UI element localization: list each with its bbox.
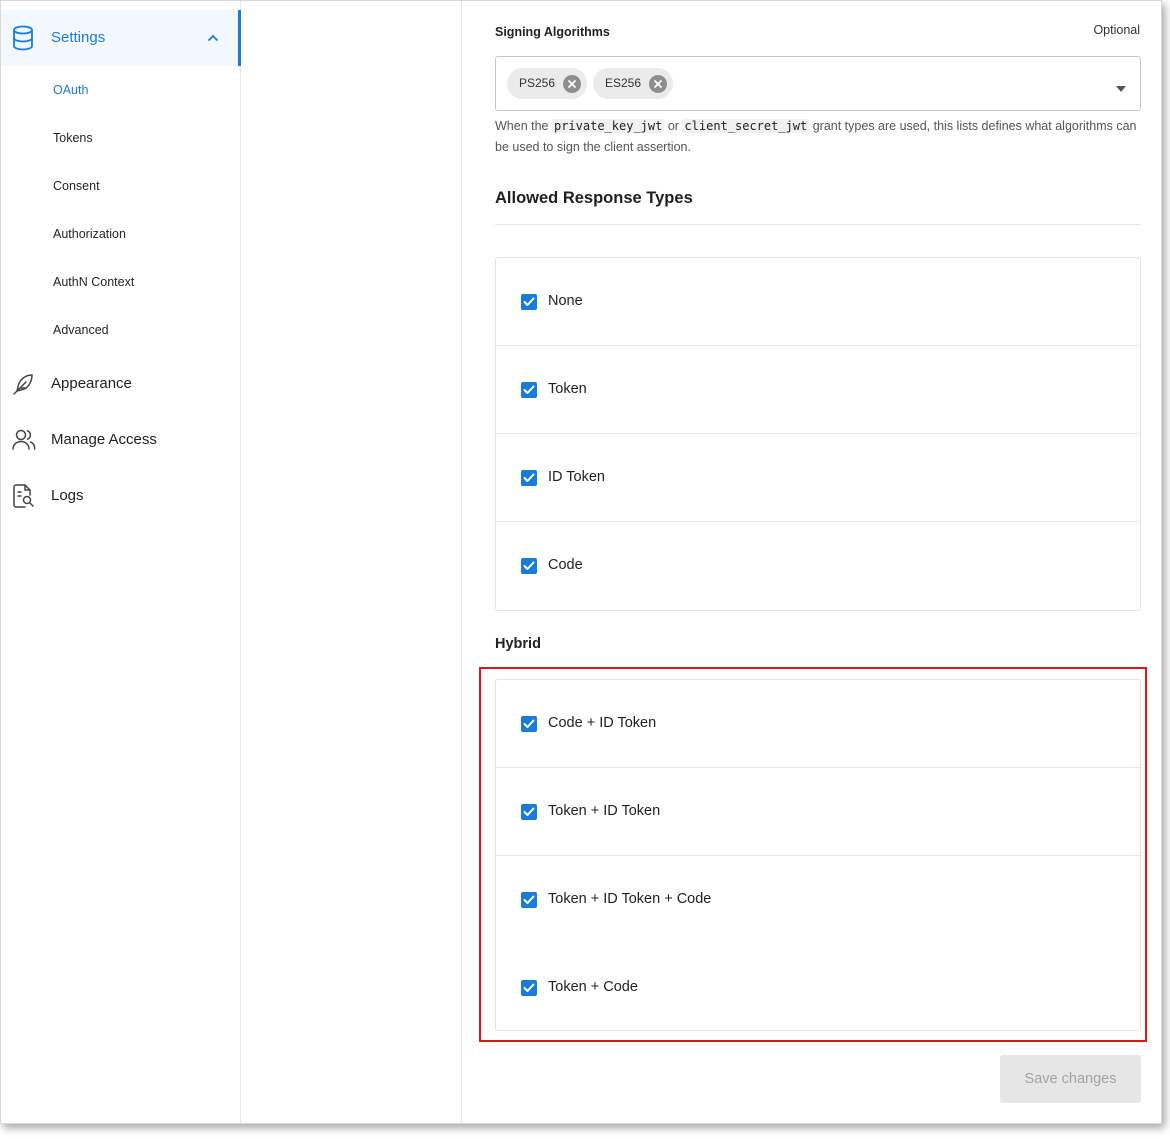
hybrid-token-id-token-code[interactable]: Token + ID Token + Code bbox=[496, 856, 1140, 944]
response-type-token[interactable]: Token bbox=[496, 346, 1140, 434]
main-content: Signing Algorithms Optional PS256 ES256 bbox=[462, 1, 1161, 1123]
optional-label: Optional bbox=[1093, 23, 1140, 37]
sidebar-subitem-authn-context[interactable]: AuthN Context bbox=[53, 275, 134, 289]
option-label: Token + Code bbox=[548, 979, 638, 995]
sidebar-item-label: Logs bbox=[51, 487, 84, 504]
sidebar-item-logs[interactable]: Logs bbox=[1, 475, 239, 515]
users-icon bbox=[11, 427, 37, 453]
signing-algorithms-help: When the private_key_jwt or client_secre… bbox=[495, 119, 1137, 154]
hybrid-title: Hybrid bbox=[495, 636, 541, 652]
signing-algorithms-label: Signing Algorithms bbox=[495, 25, 610, 39]
sidebar-subitem-authorization[interactable]: Authorization bbox=[53, 227, 126, 241]
divider bbox=[495, 224, 1141, 225]
option-label: Token + ID Token bbox=[548, 803, 661, 819]
sidebar-item-label: Appearance bbox=[51, 375, 132, 392]
signing-algorithms-select[interactable]: PS256 ES256 bbox=[495, 56, 1141, 111]
sidebar-item-manage-access[interactable]: Manage Access bbox=[1, 419, 239, 459]
checkbox-checked-icon[interactable] bbox=[521, 558, 537, 574]
code-private-key-jwt: private_key_jwt bbox=[551, 119, 665, 133]
hybrid-code-id-token[interactable]: Code + ID Token bbox=[496, 680, 1140, 768]
sidebar: Settings OAuth Tokens Consent Authorizat… bbox=[1, 1, 241, 1123]
save-changes-button[interactable]: Save changes bbox=[1000, 1055, 1141, 1103]
dropdown-caret-icon[interactable] bbox=[1116, 80, 1126, 92]
checkbox-checked-icon[interactable] bbox=[521, 980, 537, 996]
document-search-icon bbox=[11, 483, 37, 509]
remove-chip-icon[interactable] bbox=[649, 75, 667, 93]
chip-label: PS256 bbox=[519, 76, 556, 90]
sidebar-subitem-oauth[interactable]: OAuth bbox=[53, 83, 88, 97]
option-label: ID Token bbox=[548, 469, 605, 485]
sidebar-item-label: Manage Access bbox=[51, 431, 157, 448]
checkbox-checked-icon[interactable] bbox=[521, 294, 537, 310]
response-type-code[interactable]: Code bbox=[496, 522, 1140, 610]
sidebar-subitem-tokens[interactable]: Tokens bbox=[53, 131, 93, 145]
option-label: Token + ID Token + Code bbox=[548, 891, 712, 907]
hybrid-token-code[interactable]: Token + Code bbox=[496, 944, 1140, 1030]
sidebar-item-appearance[interactable]: Appearance bbox=[1, 363, 239, 403]
response-types-list: None Token ID Token Code bbox=[495, 257, 1141, 611]
response-type-id-token[interactable]: ID Token bbox=[496, 434, 1140, 522]
chip-label: ES256 bbox=[605, 76, 642, 90]
allowed-response-types-title: Allowed Response Types bbox=[495, 189, 693, 207]
checkbox-checked-icon[interactable] bbox=[521, 804, 537, 820]
hybrid-token-id-token[interactable]: Token + ID Token bbox=[496, 768, 1140, 856]
remove-chip-icon[interactable] bbox=[563, 75, 581, 93]
database-icon bbox=[11, 25, 35, 51]
feather-icon bbox=[11, 371, 37, 397]
option-label: Code + ID Token bbox=[548, 715, 657, 731]
chevron-up-icon[interactable] bbox=[205, 30, 221, 46]
sidebar-subitem-consent[interactable]: Consent bbox=[53, 179, 100, 193]
code-client-secret-jwt: client_secret_jwt bbox=[682, 119, 810, 133]
checkbox-checked-icon[interactable] bbox=[521, 382, 537, 398]
app-window: Settings OAuth Tokens Consent Authorizat… bbox=[0, 0, 1162, 1124]
sidebar-subitem-advanced[interactable]: Advanced bbox=[53, 323, 109, 337]
option-label: None bbox=[548, 293, 583, 309]
chip-ps256: PS256 bbox=[507, 68, 587, 99]
checkbox-checked-icon[interactable] bbox=[521, 892, 537, 908]
chip-es256: ES256 bbox=[593, 68, 673, 99]
middle-pane bbox=[241, 1, 462, 1123]
checkbox-checked-icon[interactable] bbox=[521, 470, 537, 486]
response-type-none[interactable]: None bbox=[496, 258, 1140, 346]
sidebar-item-label: Settings bbox=[51, 29, 106, 46]
hybrid-types-list: Code + ID Token Token + ID Token Token +… bbox=[495, 679, 1141, 1031]
sidebar-item-settings[interactable]: Settings bbox=[1, 10, 241, 66]
checkbox-checked-icon[interactable] bbox=[521, 716, 537, 732]
option-label: Token bbox=[548, 381, 587, 397]
option-label: Code bbox=[548, 557, 583, 573]
